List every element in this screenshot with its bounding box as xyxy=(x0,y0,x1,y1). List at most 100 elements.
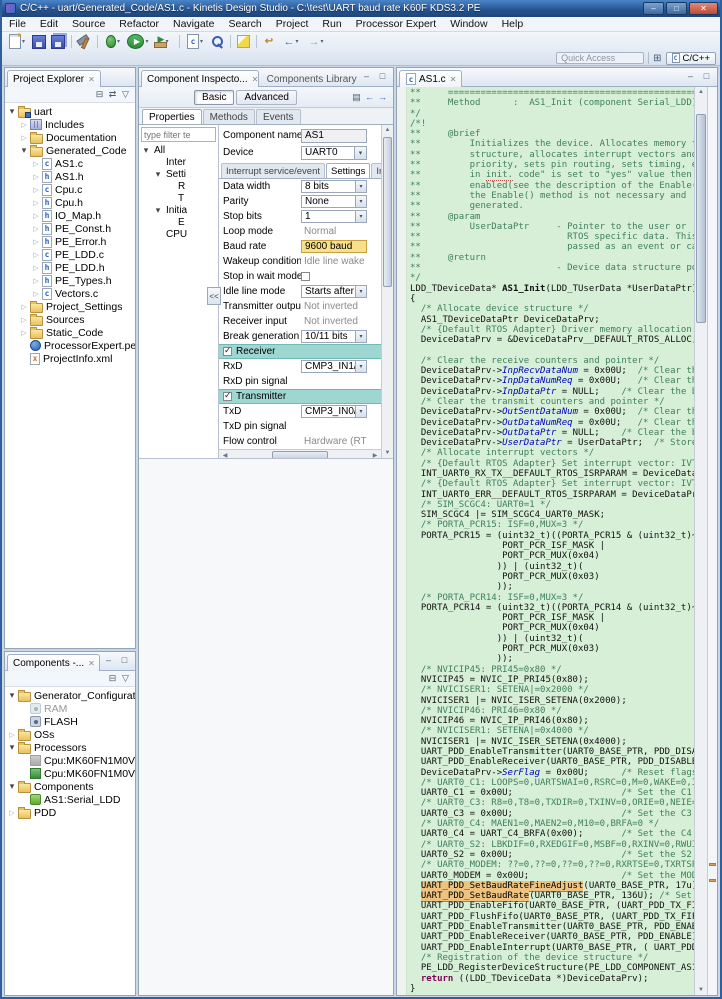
expand-arrow-icon[interactable] xyxy=(19,121,29,129)
property-value[interactable]: 1 xyxy=(301,210,367,223)
scroll-down-icon[interactable]: ▼ xyxy=(698,985,704,995)
separator[interactable]: ▾ xyxy=(227,34,233,50)
tree-item[interactable]: Cpu.c xyxy=(7,183,135,196)
open-perspective-icon[interactable]: ⊞ xyxy=(653,53,661,64)
last-edit-location-icon[interactable]: ▾ xyxy=(260,34,278,50)
property-row[interactable]: Stop bits 1 xyxy=(219,209,381,224)
new-wizard-icon[interactable]: ▾ xyxy=(5,32,29,50)
property-value[interactable]: Normal xyxy=(301,225,367,238)
expand-arrow-icon[interactable] xyxy=(141,145,151,156)
back-icon[interactable]: ← xyxy=(363,91,376,104)
property-value[interactable]: Not inverted xyxy=(301,300,367,313)
property-value[interactable]: Starts after st xyxy=(301,285,367,298)
tab-as1-c[interactable]: AS1.c ✕ xyxy=(399,70,463,87)
expand-arrow-icon[interactable] xyxy=(19,316,29,324)
expand-arrow-icon[interactable] xyxy=(31,264,41,272)
dropdown-arrow-icon[interactable]: ▾ xyxy=(200,38,203,45)
expand-arrow-icon[interactable] xyxy=(31,173,41,181)
build-icon[interactable]: ▾ xyxy=(75,34,93,50)
scroll-left-icon[interactable]: ◀ xyxy=(219,452,231,458)
property-value[interactable] xyxy=(314,270,367,283)
tree-item[interactable]: AS1.h xyxy=(7,170,135,183)
scroll-up-icon[interactable]: ▲ xyxy=(385,125,391,135)
close-icon[interactable]: ✕ xyxy=(88,75,95,84)
perspective-button-cpp[interactable]: C C/C++ xyxy=(665,51,716,65)
title-bar[interactable]: C/C++ - uart/Generated_Code/AS1.c - Kine… xyxy=(2,0,720,17)
maximize-icon[interactable]: □ xyxy=(376,69,389,82)
property-row[interactable]: RxD CMP3_IN1/PTA15/SPI xyxy=(219,359,381,374)
basic-mode-button[interactable]: Basic xyxy=(194,89,235,105)
tree-item[interactable]: ProcessorExpert.pe xyxy=(7,339,135,352)
menu-item[interactable]: File xyxy=(2,18,33,30)
property-value[interactable]: None xyxy=(301,195,367,208)
expand-arrow-icon[interactable] xyxy=(7,690,17,701)
minimize-button[interactable]: – xyxy=(643,2,664,15)
maximize-icon[interactable]: □ xyxy=(700,69,713,82)
property-value[interactable]: Hardware (RTS/CTS) xyxy=(301,435,367,448)
nav-tree-item[interactable]: R xyxy=(141,180,216,192)
expand-arrow-icon[interactable] xyxy=(7,106,17,117)
minimize-icon[interactable]: – xyxy=(102,653,115,666)
tree-item[interactable]: Generator_Configurations xyxy=(7,689,135,702)
quick-access-input[interactable]: Quick Access xyxy=(556,52,645,64)
property-row[interactable]: Stop in wait mode xyxy=(219,269,381,284)
scrollbar-thumb[interactable] xyxy=(272,450,328,458)
property-value[interactable]: Idle line wake xyxy=(301,255,367,268)
tree-item[interactable]: FLASH xyxy=(7,715,135,728)
dropdown-arrow-icon[interactable]: ▾ xyxy=(295,38,298,45)
advanced-mode-button[interactable]: Advanced xyxy=(236,89,297,105)
tree-item[interactable]: Vectors.c xyxy=(7,287,135,300)
expand-arrow-icon[interactable] xyxy=(19,329,29,337)
menu-item[interactable]: Source xyxy=(65,18,112,30)
expand-arrow-icon[interactable] xyxy=(19,134,29,142)
menu-item[interactable]: Window xyxy=(443,18,494,30)
expand-arrow-icon[interactable] xyxy=(31,199,41,207)
expand-arrow-icon[interactable] xyxy=(31,186,41,194)
property-value[interactable]: CMP3_IN1/PTA15/SPI xyxy=(301,360,367,373)
horizontal-scrollbar[interactable]: ◀ ▶ xyxy=(219,449,381,458)
expand-arrow-icon[interactable] xyxy=(31,225,41,233)
property-row[interactable]: RxD pin signal xyxy=(219,374,381,389)
nav-tree-item[interactable]: All xyxy=(141,144,216,156)
mark-occurrences-icon[interactable]: ▾ xyxy=(234,34,252,50)
property-row[interactable]: TxD pin signal xyxy=(219,419,381,434)
property-row[interactable]: Receiver xyxy=(219,344,381,359)
property-row[interactable]: Data width 8 bits xyxy=(219,179,381,194)
run-icon[interactable]: ▾ xyxy=(126,34,150,50)
minimize-icon[interactable]: – xyxy=(684,69,697,82)
tree-item[interactable]: OSs xyxy=(7,728,135,741)
menu-item[interactable]: Search xyxy=(221,18,268,30)
tree-item[interactable]: ProjectInfo.xml xyxy=(7,352,135,365)
scroll-down-icon[interactable]: ▼ xyxy=(385,448,391,458)
occurrence-marker[interactable] xyxy=(709,863,716,867)
expand-arrow-icon[interactable] xyxy=(31,212,41,220)
settings-subtab[interactable]: Settings xyxy=(326,163,371,178)
close-button[interactable]: ✕ xyxy=(689,2,718,15)
tree-item[interactable]: PE_Types.h xyxy=(7,274,135,287)
vertical-scrollbar[interactable]: ▲ ▼ xyxy=(381,125,393,458)
nav-tree-item[interactable]: Setti xyxy=(141,168,216,180)
tree-item[interactable]: Generated_Code xyxy=(7,144,135,157)
close-icon[interactable]: ✕ xyxy=(450,75,457,84)
tree-item[interactable]: uart xyxy=(7,105,135,118)
occurrence-marker[interactable] xyxy=(709,878,716,882)
separator[interactable]: ▾ xyxy=(253,34,259,50)
tree-item[interactable]: PE_Const.h xyxy=(7,222,135,235)
tree-item[interactable]: Static_Code xyxy=(7,326,135,339)
dropdown-arrow-icon[interactable]: ▾ xyxy=(117,38,120,45)
expand-arrow-icon[interactable] xyxy=(31,160,41,168)
nav-tree-item[interactable]: E xyxy=(141,216,216,228)
property-row[interactable]: Flow control Hardware (RTS/CTS) xyxy=(219,434,381,449)
expand-arrow-icon[interactable] xyxy=(19,145,29,156)
property-row[interactable]: Baud rate 9600 baud xyxy=(219,239,381,254)
tree-item[interactable]: IO_Map.h xyxy=(7,209,135,222)
tree-item[interactable]: Project_Settings xyxy=(7,300,135,313)
menu-item[interactable]: Edit xyxy=(33,18,65,30)
tree-item[interactable]: Cpu.h xyxy=(7,196,135,209)
nav-tree-item[interactable]: Inter xyxy=(141,156,216,168)
tab-component-inspector[interactable]: Component Inspecto... ✕ xyxy=(141,70,259,87)
settings-subtab[interactable]: Interrupt service/event xyxy=(221,163,325,178)
save-all-icon[interactable]: ▾ xyxy=(49,34,67,50)
property-value[interactable] xyxy=(275,345,367,358)
tree-item[interactable]: PDD xyxy=(7,806,135,819)
